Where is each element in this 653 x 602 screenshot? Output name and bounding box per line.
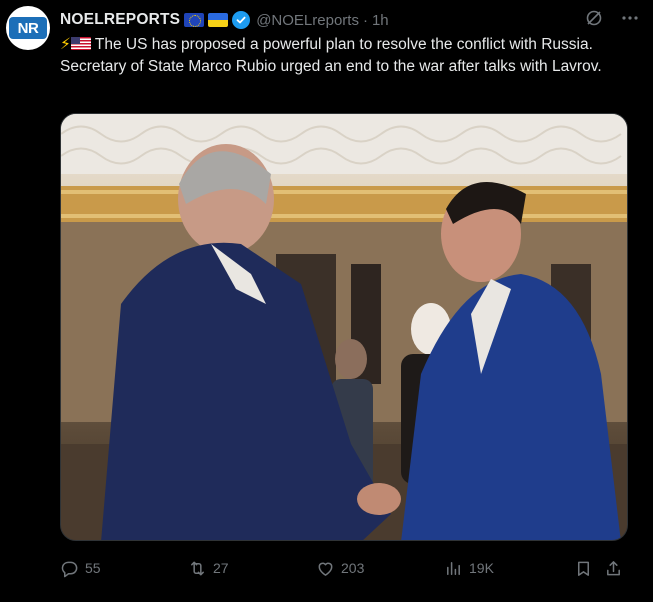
tweet-text: ⚡ The US has proposed a powerful plan to …: [60, 34, 630, 78]
like-icon: [318, 562, 333, 576]
more-icon[interactable]: [621, 9, 639, 31]
views-icon: [447, 561, 460, 575]
photo-scene: [61, 114, 627, 540]
grok-icon[interactable]: [585, 9, 603, 31]
tweet-body: The US has proposed a powerful plan to r…: [60, 36, 602, 75]
tweet-photo[interactable]: [60, 113, 628, 541]
lightning-emoji: ⚡: [60, 36, 71, 53]
handle[interactable]: @NOELreports: [256, 12, 359, 29]
reply-icon: [61, 561, 78, 577]
ukraine-flag-icon: [208, 13, 229, 27]
tweet-header: NOELREPORTS @NOELreports · 1h: [60, 9, 639, 31]
bookmark-button[interactable]: [574, 559, 604, 578]
bookmark-icon: [577, 561, 590, 576]
reply-count: 55: [85, 560, 101, 576]
retweet-count: 27: [213, 560, 229, 576]
reply-button[interactable]: 55: [60, 559, 188, 578]
like-button[interactable]: 203: [316, 559, 444, 578]
views-count: 19K: [469, 560, 494, 576]
retweet-button[interactable]: 27: [188, 559, 316, 578]
avatar[interactable]: NR: [6, 6, 50, 50]
eu-flag-icon: [184, 13, 205, 27]
avatar-logo: NR: [9, 17, 47, 39]
us-flag-icon: [70, 37, 91, 50]
separator-dot: ·: [362, 11, 368, 29]
tweet: NR NOELREPORTS @NOELreports · 1h ⚡ The US…: [0, 0, 653, 602]
like-count: 203: [341, 560, 365, 576]
share-icon: [607, 560, 620, 575]
timestamp[interactable]: 1h: [372, 12, 389, 29]
views-button[interactable]: 19K: [444, 559, 574, 578]
retweet-icon: [191, 561, 204, 575]
verified-badge-icon[interactable]: [232, 11, 251, 29]
action-bar: 55 27 203 19K: [60, 556, 632, 580]
display-name[interactable]: NOELREPORTS: [60, 11, 180, 29]
share-button[interactable]: [604, 559, 628, 578]
